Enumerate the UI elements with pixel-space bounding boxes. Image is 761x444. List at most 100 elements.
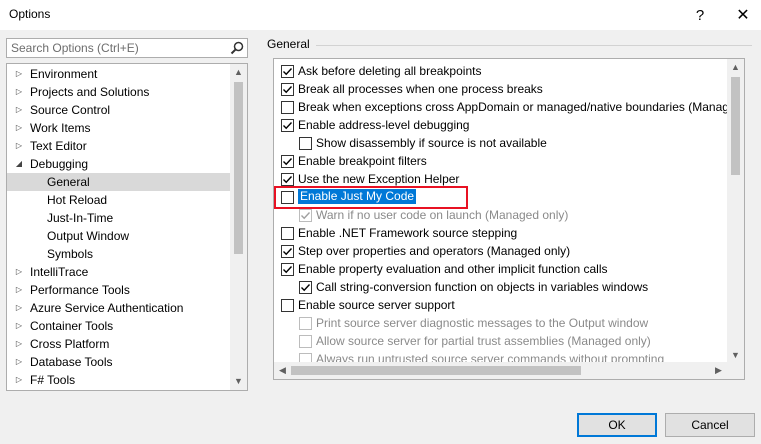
checkmark-icon <box>283 68 293 76</box>
option-label: Allow source server for partial trust as… <box>316 334 651 348</box>
checkbox-unchecked[interactable] <box>281 227 294 240</box>
scroll-right-icon[interactable]: ▶ <box>710 362 727 379</box>
checkbox-unchecked[interactable] <box>299 137 312 150</box>
checkbox-checked <box>299 209 312 222</box>
collapsed-arrow-icon[interactable]: ▷ <box>13 263 25 281</box>
tree-item-debugging[interactable]: ◢ Debugging <box>7 155 230 173</box>
checkbox-checked[interactable] <box>281 119 294 132</box>
tree-item-projects-and-solutions[interactable]: ▷ Projects and Solutions <box>7 83 230 101</box>
tree-item-performance-tools[interactable]: ▷ Performance Tools <box>7 281 230 299</box>
scroll-up-icon[interactable]: ▲ <box>230 64 247 81</box>
option-row[interactable]: Break all processes when one process bre… <box>274 80 727 98</box>
option-row[interactable]: Enable source server support <box>274 296 727 314</box>
scroll-thumb[interactable] <box>234 82 243 254</box>
tree-item-symbols[interactable]: Symbols <box>7 245 230 263</box>
scroll-up-icon[interactable]: ▲ <box>727 59 744 76</box>
tree-item-azure-service-authentication[interactable]: ▷ Azure Service Authentication <box>7 299 230 317</box>
option-row[interactable]: Call string-conversion function on objec… <box>274 278 727 296</box>
cancel-button[interactable]: Cancel <box>665 413 755 437</box>
option-row[interactable]: Enable breakpoint filters <box>274 152 727 170</box>
tree-item-label: General <box>47 175 90 189</box>
tree-item-text-editor[interactable]: ▷ Text Editor <box>7 137 230 155</box>
collapsed-arrow-icon[interactable]: ▷ <box>13 83 25 101</box>
search-box <box>6 38 248 58</box>
checkbox-checked[interactable] <box>281 263 294 276</box>
collapsed-arrow-icon[interactable]: ▷ <box>13 281 25 299</box>
collapsed-arrow-icon[interactable]: ▷ <box>13 299 25 317</box>
section-divider <box>316 45 752 46</box>
checkbox-unchecked[interactable] <box>281 299 294 312</box>
tree-item-container-tools[interactable]: ▷ Container Tools <box>7 317 230 335</box>
checkmark-icon <box>283 266 293 274</box>
option-row[interactable]: Show disassembly if source is not availa… <box>274 134 727 152</box>
option-label: Break all processes when one process bre… <box>298 82 543 96</box>
window-title: Options <box>9 7 51 21</box>
option-row[interactable]: Enable property evaluation and other imp… <box>274 260 727 278</box>
collapsed-arrow-icon[interactable]: ▷ <box>13 65 25 83</box>
collapsed-arrow-icon[interactable]: ▷ <box>13 137 25 155</box>
scroll-thumb[interactable] <box>291 366 581 375</box>
tree-scrollbar[interactable]: ▲ ▼ <box>230 64 247 390</box>
collapsed-arrow-icon[interactable]: ▷ <box>13 335 25 353</box>
tree-item-source-control[interactable]: ▷ Source Control <box>7 101 230 119</box>
tree-item-hot-reload[interactable]: Hot Reload <box>7 191 230 209</box>
option-label: Call string-conversion function on objec… <box>316 280 649 294</box>
collapsed-arrow-icon[interactable]: ▷ <box>13 371 25 389</box>
checkmark-icon <box>283 176 293 184</box>
option-label: Break when exceptions cross AppDomain or… <box>298 100 729 114</box>
tree-item-database-tools[interactable]: ▷ Database Tools <box>7 353 230 371</box>
tree-item-label: Work Items <box>30 121 91 135</box>
focus-highlight-box <box>274 186 468 209</box>
checkbox-checked[interactable] <box>281 155 294 168</box>
close-button[interactable]: ✕ <box>725 0 761 30</box>
collapsed-arrow-icon[interactable]: ▷ <box>13 353 25 371</box>
tree-item-general[interactable]: General <box>7 173 230 191</box>
checkbox-checked[interactable] <box>299 281 312 294</box>
search-icon[interactable] <box>229 40 245 56</box>
checkbox-unchecked[interactable] <box>281 101 294 114</box>
tree-item-just-in-time[interactable]: Just-In-Time <box>7 209 230 227</box>
tree-item-label: Azure Service Authentication <box>30 301 184 315</box>
tree-item-output-window[interactable]: Output Window <box>7 227 230 245</box>
option-label: Enable address-level debugging <box>298 118 470 132</box>
options-vertical-scrollbar[interactable]: ▲ ▼ <box>727 59 744 364</box>
options-horizontal-scrollbar[interactable]: ◀ ▶ <box>274 362 727 379</box>
tree-item-environment[interactable]: ▷ Environment <box>7 65 230 83</box>
scroll-thumb[interactable] <box>731 77 740 175</box>
checkbox-checked[interactable] <box>281 173 294 186</box>
options-list-panel: Ask before deleting all breakpoints Break… <box>273 58 745 380</box>
tree-item-label: F# Tools <box>30 373 76 387</box>
checkbox-checked[interactable] <box>281 245 294 258</box>
option-row[interactable]: Enable address-level debugging <box>274 116 727 134</box>
options-list: Ask before deleting all breakpoints Break… <box>274 62 729 368</box>
tree-item-intellitrace[interactable]: ▷ IntelliTrace <box>7 263 230 281</box>
collapsed-arrow-icon[interactable]: ▷ <box>13 101 25 119</box>
search-input[interactable] <box>7 39 225 57</box>
tree-item-label: Just-In-Time <box>47 211 114 225</box>
expanded-arrow-icon[interactable]: ◢ <box>13 155 25 173</box>
option-row[interactable]: Break when exceptions cross AppDomain or… <box>274 98 729 116</box>
collapsed-arrow-icon[interactable]: ▷ <box>13 317 25 335</box>
collapsed-arrow-icon[interactable]: ▷ <box>13 119 25 137</box>
tree-item-label: IntelliTrace <box>30 265 89 279</box>
tree-item-label: Debugging <box>30 157 89 171</box>
checkmark-icon <box>283 122 293 130</box>
option-row: Allow source server for partial trust as… <box>274 332 727 350</box>
checkbox-checked[interactable] <box>281 65 294 78</box>
tree-item-work-items[interactable]: ▷ Work Items <box>7 119 230 137</box>
section-title: General <box>267 37 310 51</box>
option-label: Print source server diagnostic messages … <box>316 316 649 330</box>
scroll-left-icon[interactable]: ◀ <box>274 362 291 379</box>
option-label: Ask before deleting all breakpoints <box>298 64 482 78</box>
option-row[interactable]: Enable .NET Framework source stepping <box>274 224 727 242</box>
title-bar: Options ? ✕ <box>0 0 761 30</box>
checkmark-icon <box>283 158 293 166</box>
option-row[interactable]: Ask before deleting all breakpoints <box>274 62 727 80</box>
ok-button[interactable]: OK <box>577 413 657 437</box>
help-button[interactable]: ? <box>682 0 718 30</box>
checkbox-checked[interactable] <box>281 83 294 96</box>
scroll-down-icon[interactable]: ▼ <box>230 373 247 390</box>
tree-item-f-tools[interactable]: ▷ F# Tools <box>7 371 230 389</box>
option-row[interactable]: Step over properties and operators (Mana… <box>274 242 727 260</box>
tree-item-cross-platform[interactable]: ▷ Cross Platform <box>7 335 230 353</box>
